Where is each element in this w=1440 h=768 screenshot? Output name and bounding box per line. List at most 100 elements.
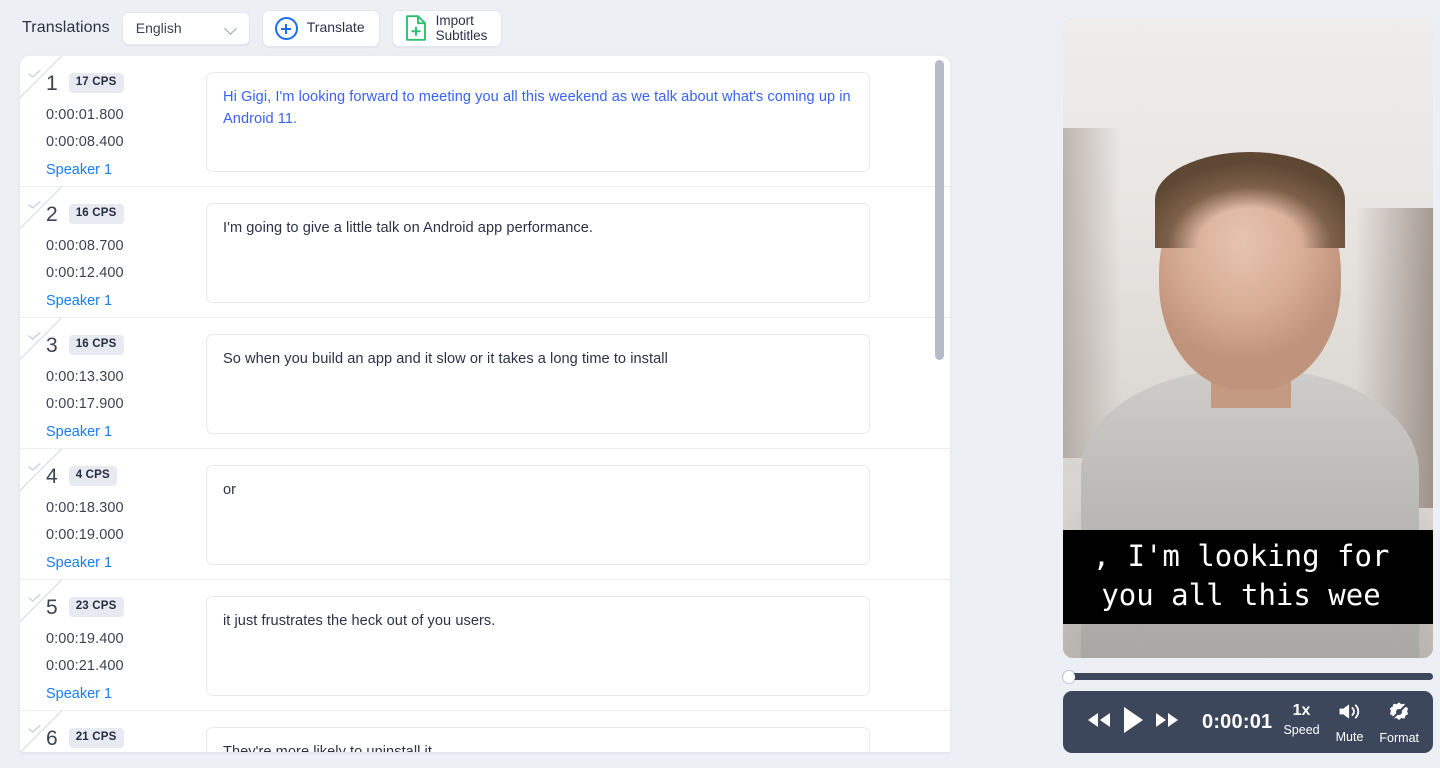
subtitle-text-input[interactable]: Hi Gigi, I'm looking forward to meeting … bbox=[206, 72, 870, 172]
video-progress-thumb[interactable] bbox=[1063, 671, 1075, 683]
row-meta-top: 6 21 CPS bbox=[46, 725, 196, 751]
cps-badge: 17 CPS bbox=[68, 73, 124, 93]
page-title: Translations bbox=[22, 19, 110, 36]
row-index: 5 bbox=[46, 595, 58, 619]
subtitle-row[interactable]: 3 16 CPS 0:00:13.300 0:00:17.900 Speaker 1 So… bbox=[20, 318, 950, 449]
subtitle-text: So when you build an app and it slow or … bbox=[223, 351, 668, 367]
row-start-time[interactable]: 0:00:01.800 bbox=[46, 107, 196, 123]
subtitle-text: Hi Gigi, I'm looking forward to meeting … bbox=[223, 89, 851, 127]
import-subtitles-button[interactable]: Import Subtitles bbox=[391, 9, 503, 47]
check-icon[interactable] bbox=[28, 458, 41, 471]
row-start-time[interactable]: 0:00:08.700 bbox=[46, 238, 196, 254]
row-meta-top: 2 16 CPS bbox=[46, 201, 196, 227]
document-plus-icon bbox=[405, 15, 427, 41]
row-meta-top: 3 16 CPS bbox=[46, 332, 196, 358]
speed-button[interactable]: 1x Speed bbox=[1283, 699, 1320, 738]
translate-button-label: Translate bbox=[306, 19, 365, 36]
video-caption-line-2: you all this wee bbox=[1101, 577, 1381, 612]
row-meta: 4 4 CPS 0:00:18.300 0:00:19.000 Speaker 1 bbox=[46, 463, 196, 572]
row-speaker[interactable]: Speaker 1 bbox=[46, 162, 196, 178]
row-speaker[interactable]: Speaker 1 bbox=[46, 424, 196, 440]
row-index: 3 bbox=[46, 333, 58, 357]
subtitle-text: I'm going to give a little talk on Andro… bbox=[223, 220, 593, 236]
row-meta: 1 17 CPS 0:00:01.800 0:00:08.400 Speaker 1 bbox=[46, 70, 196, 179]
subtitle-text-input[interactable]: They're more likely to uninstall it. bbox=[206, 727, 870, 752]
row-meta-top: 4 4 CPS bbox=[46, 463, 196, 489]
translate-button[interactable]: Translate bbox=[261, 9, 380, 47]
subtitle-row[interactable]: 4 4 CPS 0:00:18.300 0:00:19.000 Speaker 1 or bbox=[20, 449, 950, 580]
row-start-time[interactable]: 0:00:19.400 bbox=[46, 631, 196, 647]
subtitle-row[interactable]: 5 23 CPS 0:00:19.400 0:00:21.400 Speaker 1 it… bbox=[20, 580, 950, 711]
row-speaker[interactable]: Speaker 1 bbox=[46, 293, 196, 309]
mute-button[interactable]: Mute bbox=[1335, 699, 1364, 744]
list-scrollbar-thumb[interactable] bbox=[935, 60, 944, 360]
speed-label: Speed bbox=[1283, 723, 1320, 737]
cps-badge: 23 CPS bbox=[68, 597, 124, 617]
row-meta-top: 5 23 CPS bbox=[46, 594, 196, 620]
row-end-time[interactable]: 0:00:08.400 bbox=[46, 134, 196, 150]
cps-badge: 16 CPS bbox=[68, 335, 124, 355]
format-gear-icon bbox=[1388, 701, 1410, 728]
fast-forward-icon[interactable] bbox=[1153, 710, 1181, 735]
subtitle-row[interactable]: 2 16 CPS 0:00:08.700 0:00:12.400 Speaker 1 I'… bbox=[20, 187, 950, 318]
row-end-time[interactable]: 0:00:17.900 bbox=[46, 396, 196, 412]
row-meta: 3 16 CPS 0:00:13.300 0:00:17.900 Speaker 1 bbox=[46, 332, 196, 441]
check-icon[interactable] bbox=[28, 196, 41, 209]
row-meta: 5 23 CPS 0:00:19.400 0:00:21.400 Speaker 1 bbox=[46, 594, 196, 703]
row-end-time[interactable]: 0:00:19.000 bbox=[46, 527, 196, 543]
video-caption-line-1: , I'm looking for bbox=[1092, 539, 1390, 573]
subtitle-row[interactable]: 1 17 CPS 0:00:01.800 0:00:08.400 Speaker 1 Hi… bbox=[20, 56, 950, 187]
row-index: 1 bbox=[46, 71, 58, 95]
row-meta: 6 21 CPS bbox=[46, 725, 196, 751]
subtitle-text: They're more likely to uninstall it. bbox=[223, 744, 437, 752]
player-controls: 0:00:01 1x Speed Mute Format bbox=[1063, 691, 1433, 753]
rewind-icon[interactable] bbox=[1085, 710, 1113, 735]
format-label: Format bbox=[1379, 731, 1419, 745]
speed-value: 1x bbox=[1292, 702, 1311, 719]
row-start-time[interactable]: 0:00:18.300 bbox=[46, 500, 196, 516]
check-icon[interactable] bbox=[28, 589, 41, 602]
import-subtitles-button-label: Import Subtitles bbox=[435, 12, 488, 43]
video-player[interactable]: , I'm looking for you all this wee bbox=[1063, 18, 1433, 658]
subtitle-list-panel: 1 17 CPS 0:00:01.800 0:00:08.400 Speaker 1 Hi… bbox=[20, 56, 950, 752]
language-select[interactable]: English bbox=[121, 11, 250, 45]
subtitle-text: it just frustrates the heck out of you u… bbox=[223, 613, 496, 629]
video-bg-left bbox=[1063, 128, 1121, 458]
video-progress-bar[interactable] bbox=[1063, 671, 1433, 683]
format-button[interactable]: Format bbox=[1379, 699, 1419, 745]
player-transport-controls: 0:00:01 bbox=[1085, 705, 1272, 740]
chevron-down-icon bbox=[225, 24, 238, 32]
row-speaker[interactable]: Speaker 1 bbox=[46, 555, 196, 571]
check-icon[interactable] bbox=[28, 327, 41, 340]
subtitle-text-input[interactable]: So when you build an app and it slow or … bbox=[206, 334, 870, 434]
row-end-time[interactable]: 0:00:21.400 bbox=[46, 658, 196, 674]
row-index: 2 bbox=[46, 202, 58, 226]
subtitle-rows: 1 17 CPS 0:00:01.800 0:00:08.400 Speaker 1 Hi… bbox=[20, 56, 950, 752]
cps-badge: 4 CPS bbox=[68, 466, 117, 486]
row-speaker[interactable]: Speaker 1 bbox=[46, 686, 196, 702]
video-subject-hair bbox=[1155, 152, 1345, 248]
cps-badge: 16 CPS bbox=[68, 204, 124, 224]
plus-circle-icon bbox=[274, 16, 298, 40]
subtitle-text-input[interactable]: it just frustrates the heck out of you u… bbox=[206, 596, 870, 696]
row-index: 4 bbox=[46, 464, 58, 488]
mute-label: Mute bbox=[1335, 730, 1364, 744]
player-options: 1x Speed Mute Format bbox=[1283, 699, 1419, 745]
check-icon[interactable] bbox=[28, 65, 41, 78]
toolbar: Translations English Translate Import Sub… bbox=[0, 0, 1040, 56]
subtitle-text-input[interactable]: I'm going to give a little talk on Andro… bbox=[206, 203, 870, 303]
subtitle-text-input[interactable]: or bbox=[206, 465, 870, 565]
row-end-time[interactable]: 0:00:12.400 bbox=[46, 265, 196, 281]
check-icon[interactable] bbox=[28, 720, 41, 733]
language-select-value: English bbox=[135, 20, 182, 36]
translations-editor-app: Translations English Translate Import Sub… bbox=[0, 0, 1440, 768]
subtitle-row[interactable]: 6 21 CPS They're more likely to uninstall … bbox=[20, 711, 950, 752]
row-start-time[interactable]: 0:00:13.300 bbox=[46, 369, 196, 385]
row-index: 6 bbox=[46, 726, 58, 750]
row-meta-top: 1 17 CPS bbox=[46, 70, 196, 96]
video-progress-track bbox=[1063, 673, 1433, 680]
row-meta: 2 16 CPS 0:00:08.700 0:00:12.400 Speaker 1 bbox=[46, 201, 196, 310]
subtitle-text: or bbox=[223, 482, 237, 498]
video-caption-overlay: , I'm looking for you all this wee bbox=[1063, 530, 1433, 624]
play-icon[interactable] bbox=[1121, 705, 1145, 740]
